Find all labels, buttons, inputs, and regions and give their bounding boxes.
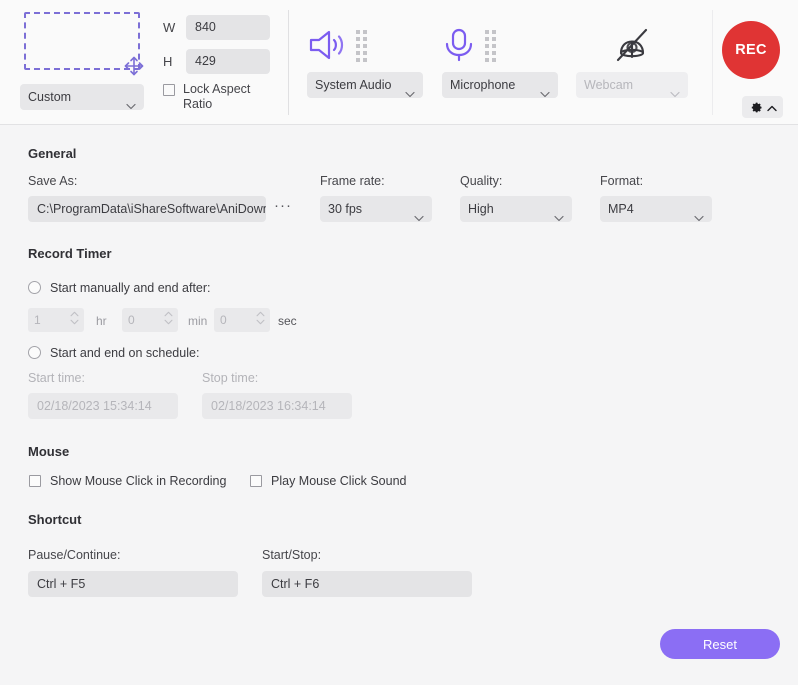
chevron-up-icon: [766, 100, 777, 115]
microphone-value: Microphone: [450, 78, 516, 92]
spinner-arrows-icon[interactable]: [256, 311, 265, 325]
microphone-icon[interactable]: [442, 27, 476, 66]
width-label: W: [163, 20, 176, 35]
seconds-unit-label: sec: [278, 314, 297, 328]
microphone-control: Microphone: [442, 20, 558, 98]
pause-continue-input[interactable]: Ctrl + F5: [28, 571, 238, 597]
minutes-spinner[interactable]: 0: [122, 308, 178, 332]
hours-unit-label: hr: [96, 314, 107, 328]
webcam-value: Webcam: [584, 78, 634, 92]
pause-continue-label: Pause/Continue:: [28, 548, 121, 562]
shortcut-section-title: Shortcut: [28, 512, 82, 527]
frame-rate-value: 30 fps: [328, 202, 363, 216]
frame-rate-label: Frame rate:: [320, 174, 385, 188]
system-audio-value: System Audio: [315, 78, 392, 92]
play-mouse-click-sound-label: Play Mouse Click Sound: [271, 474, 407, 488]
radio-start-on-schedule-label: Start and end on schedule:: [50, 346, 200, 360]
play-mouse-click-sound-checkbox[interactable]: [250, 475, 262, 487]
quality-value: High: [468, 202, 494, 216]
show-mouse-click-label: Show Mouse Click in Recording: [50, 474, 227, 488]
toolbar-header: Custom W 840 H 429 Lock Aspect Ratio Sys…: [0, 0, 798, 125]
chevron-down-icon: [670, 81, 680, 107]
format-label: Format:: [600, 174, 644, 188]
quality-dropdown[interactable]: High: [460, 196, 572, 222]
record-timer-section-title: Record Timer: [28, 246, 112, 261]
chevron-down-icon: [554, 205, 564, 231]
capture-preset-value: Custom: [28, 90, 72, 104]
radio-start-manually[interactable]: [28, 281, 41, 294]
browse-folder-button[interactable]: ···: [274, 197, 292, 214]
radio-start-manually-label: Start manually and end after:: [50, 281, 211, 295]
mouse-section-title: Mouse: [28, 444, 70, 459]
frame-rate-dropdown[interactable]: 30 fps: [320, 196, 432, 222]
webcam-off-icon[interactable]: [610, 26, 654, 67]
start-stop-label: Start/Stop:: [262, 548, 322, 562]
move-handle-icon[interactable]: [122, 54, 146, 78]
spinner-arrows-icon[interactable]: [164, 311, 173, 325]
show-mouse-click-checkbox[interactable]: [29, 475, 41, 487]
quality-label: Quality:: [460, 174, 503, 188]
start-stop-input[interactable]: Ctrl + F6: [262, 571, 472, 597]
start-time-label: Start time:: [28, 371, 85, 385]
settings-button[interactable]: [742, 96, 783, 118]
chevron-down-icon: [405, 81, 415, 107]
system-audio-dropdown[interactable]: System Audio: [307, 72, 423, 98]
stop-time-label: Stop time:: [202, 371, 259, 385]
system-audio-control: System Audio: [307, 20, 423, 98]
settings-panel: General Save As: C:\ProgramData\iShareSo…: [0, 126, 798, 685]
webcam-control: Webcam: [576, 20, 688, 98]
minutes-value: 0: [128, 313, 135, 327]
microphone-volume-grip[interactable]: [485, 30, 496, 62]
header-divider-left: [288, 10, 289, 115]
width-input[interactable]: 840: [186, 15, 270, 40]
hours-spinner[interactable]: 1: [28, 308, 84, 332]
spinner-arrows-icon[interactable]: [70, 311, 79, 325]
reset-button[interactable]: Reset: [660, 629, 780, 659]
speaker-icon[interactable]: [307, 28, 347, 65]
capture-preset-dropdown[interactable]: Custom: [20, 84, 144, 110]
save-as-label: Save As:: [28, 174, 78, 188]
height-label: H: [163, 54, 173, 69]
save-as-input[interactable]: C:\ProgramData\iShareSoftware\AniDown: [28, 196, 266, 222]
format-value: MP4: [608, 202, 634, 216]
lock-aspect-ratio-checkbox[interactable]: [163, 84, 175, 96]
chevron-down-icon: [540, 81, 550, 107]
stop-time-input[interactable]: 02/18/2023 16:34:14: [202, 393, 352, 419]
height-input[interactable]: 429: [186, 49, 270, 74]
chevron-down-icon: [414, 205, 424, 231]
minutes-unit-label: min: [188, 314, 208, 328]
format-dropdown[interactable]: MP4: [600, 196, 712, 222]
system-audio-volume-grip[interactable]: [356, 30, 367, 62]
chevron-down-icon: [694, 205, 704, 231]
hours-value: 1: [34, 313, 41, 327]
microphone-dropdown[interactable]: Microphone: [442, 72, 558, 98]
capture-area-selector[interactable]: [24, 12, 144, 76]
header-divider-right: [712, 10, 713, 115]
lock-aspect-ratio-label: Lock Aspect Ratio: [183, 82, 251, 111]
record-button[interactable]: REC: [722, 21, 780, 79]
chevron-down-icon: [126, 93, 136, 119]
webcam-dropdown[interactable]: Webcam: [576, 72, 688, 98]
gear-icon: [749, 99, 763, 116]
general-section-title: General: [28, 146, 77, 161]
seconds-value: 0: [220, 313, 227, 327]
radio-start-on-schedule[interactable]: [28, 346, 41, 359]
start-time-input[interactable]: 02/18/2023 15:34:14: [28, 393, 178, 419]
seconds-spinner[interactable]: 0: [214, 308, 270, 332]
